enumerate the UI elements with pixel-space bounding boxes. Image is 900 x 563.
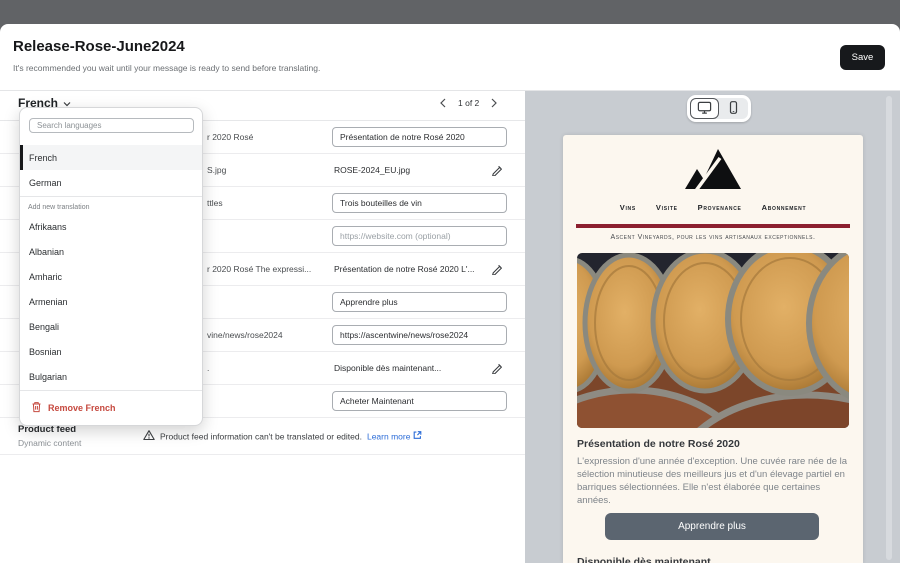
translation-modal: Release-Rose-June2024 It's recommended y…	[0, 24, 900, 563]
product-feed-warning: Product feed information can't be transl…	[143, 430, 422, 443]
translation-input[interactable]	[332, 292, 507, 312]
email-nav-item[interactable]: Provenance	[698, 203, 742, 212]
edit-pencil-icon[interactable]	[491, 362, 503, 374]
language-dropdown-menu: FrenchGerman Add new translation Afrikaa…	[19, 107, 203, 426]
email-nav-item[interactable]: Abonnement	[762, 203, 807, 212]
next-page-button[interactable]	[489, 96, 499, 110]
learn-more-cta-button[interactable]: Apprendre plus	[605, 513, 819, 540]
add-translation-section-label: Add new translation	[20, 198, 202, 214]
translation-text: Présentation de notre Rosé 2020 L'...	[334, 264, 475, 274]
edit-pencil-icon[interactable]	[491, 263, 503, 275]
language-option[interactable]: Bengali	[20, 314, 202, 339]
previous-page-button[interactable]	[438, 96, 448, 110]
translation-input[interactable]	[332, 391, 507, 411]
source-text-fragment: .	[207, 363, 209, 373]
search-languages-input[interactable]	[29, 118, 194, 133]
warning-icon	[143, 430, 155, 443]
desktop-view-button[interactable]	[690, 98, 719, 119]
divider	[20, 390, 202, 391]
preview-pane: Vins Visite Provenance Abonnement Ascent Vi…	[525, 91, 900, 563]
next-section-heading: Disponible dès maintenant	[577, 556, 711, 563]
source-text-fragment: r 2020 Rosé The expressi...	[207, 264, 311, 274]
page-title: Release-Rose-June2024	[13, 38, 185, 55]
mobile-icon	[725, 100, 742, 118]
divider	[20, 196, 202, 197]
page-indicator: 1 of 2	[458, 98, 479, 108]
language-option[interactable]: French	[20, 145, 202, 170]
translation-text: ROSE-2024_EU.jpg	[334, 165, 410, 175]
email-nav-item[interactable]: Vins	[620, 203, 636, 212]
translation-input[interactable]	[332, 127, 507, 147]
remove-language-button[interactable]: Remove French	[20, 392, 116, 420]
device-toggle	[687, 95, 751, 122]
save-button[interactable]: Save	[840, 45, 885, 70]
language-option[interactable]: Afrikaans	[20, 214, 202, 239]
external-link-icon	[413, 431, 422, 442]
email-tagline: Ascent Vineyards, pour les vins artisana…	[563, 234, 863, 241]
email-nav: Vins Visite Provenance Abonnement	[563, 203, 863, 212]
trash-icon	[31, 401, 42, 415]
edit-pencil-icon[interactable]	[491, 164, 503, 176]
translation-input[interactable]	[332, 193, 507, 213]
page-subtitle: It's recommended you wait until your mes…	[13, 63, 320, 73]
wine-barrels-image	[577, 253, 849, 428]
article-heading: Présentation de notre Rosé 2020	[577, 438, 740, 450]
desktop-icon	[696, 100, 713, 118]
source-text-fragment: r 2020 Rosé	[207, 132, 253, 142]
device-toggle-track	[690, 98, 748, 119]
translation-input[interactable]	[332, 325, 507, 345]
language-option[interactable]: Amharic	[20, 264, 202, 289]
email-preview: Vins Visite Provenance Abonnement Ascent Vi…	[563, 135, 863, 563]
brand-rule	[576, 224, 850, 228]
active-languages-list: FrenchGerman	[20, 145, 202, 195]
article-body: L'expression d'une année d'exception. Un…	[577, 455, 849, 507]
language-option[interactable]: Albanian	[20, 239, 202, 264]
source-text-fragment: vine/news/rose2024	[207, 330, 283, 340]
source-text-fragment: ttles	[207, 198, 223, 208]
content-area: French 1 of 2 r 2020 Rosé S.jpg ROSE-2024_…	[0, 90, 900, 563]
learn-more-link[interactable]: Learn more	[367, 431, 422, 442]
translation-editor-pane: French 1 of 2 r 2020 Rosé S.jpg ROSE-2024_…	[0, 91, 525, 563]
email-nav-item[interactable]: Visite	[656, 203, 678, 212]
learn-more-label: Learn more	[367, 431, 410, 441]
window-chrome-bar	[0, 0, 900, 24]
preview-scrollbar[interactable]	[886, 96, 892, 560]
language-option[interactable]: German	[20, 170, 202, 195]
language-option[interactable]: Bosnian	[20, 339, 202, 364]
available-languages-list: AfrikaansAlbanianAmharicArmenianBengaliB…	[20, 214, 202, 389]
source-text-fragment: S.jpg	[207, 165, 226, 175]
language-option[interactable]: Bulgarian	[20, 364, 202, 389]
warning-text: Product feed information can't be transl…	[160, 431, 362, 441]
translation-input[interactable]	[332, 226, 507, 246]
product-feed-subtitle: Dynamic content	[18, 438, 81, 448]
mobile-view-button[interactable]	[719, 98, 748, 119]
remove-language-label: Remove French	[48, 403, 116, 413]
mountain-logo-icon	[685, 147, 741, 196]
translation-text: Disponible dès maintenant...	[334, 363, 441, 373]
pagination: 1 of 2	[438, 96, 499, 110]
language-option[interactable]: Armenian	[20, 289, 202, 314]
